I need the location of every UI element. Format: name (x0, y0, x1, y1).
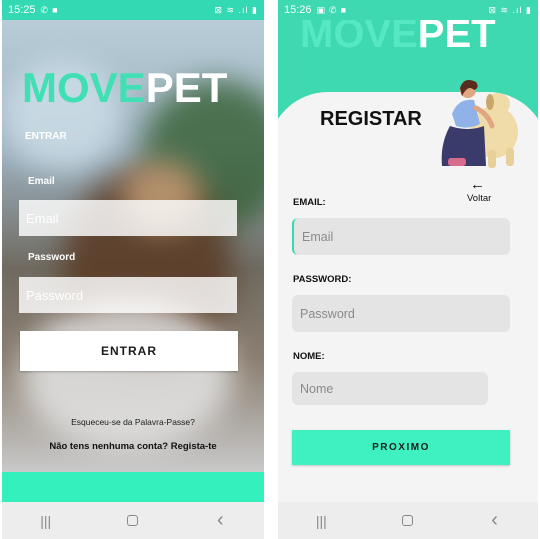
notification-icon: ✆ (329, 4, 337, 15)
status-time: 15:26 (284, 4, 312, 16)
name-label: NOME: (293, 351, 325, 362)
signup-link[interactable]: Não tens nenhuma conta? Regista-te (2, 441, 264, 452)
register-screen: 15:26 ▣ ✆ ■ ⊠ ≋ .ıl ▮ MOVEPET REGISTAR ←… (278, 0, 538, 539)
back-label[interactable]: Voltar (467, 193, 491, 204)
email-field[interactable] (19, 200, 237, 236)
status-bar: 15:25 ✆ ■ ⊠ ≋ .ıl ▮ (2, 0, 264, 20)
app-logo: MOVEPET (22, 64, 228, 111)
login-screen: 15:25 ✆ ■ ⊠ ≋ .ıl ▮ MOVEPET ENTRAR Email… (2, 0, 264, 539)
password-label: PASSWORD: (293, 274, 352, 285)
folder-icon: ■ (52, 5, 58, 15)
home-icon[interactable] (118, 513, 148, 529)
image-icon: ▣ (316, 4, 326, 15)
password-field[interactable] (19, 277, 237, 313)
recents-icon[interactable]: ||| (306, 513, 336, 529)
status-bar: 15:26 ▣ ✆ ■ ⊠ ≋ .ıl ▮ (278, 0, 538, 20)
back-icon[interactable]: ‹ (480, 509, 510, 532)
email-field[interactable] (292, 218, 510, 255)
status-time: 15:25 (8, 4, 36, 16)
system-navbar: ||| ‹ (2, 502, 264, 539)
woman-hugging-dog-illustration (441, 80, 518, 168)
back-arrow-icon[interactable]: ← (470, 176, 485, 193)
status-indicators: ⊠ ≋ .ıl ▮ (214, 4, 258, 15)
bottom-bar (2, 472, 264, 502)
email-label: EMAIL: (293, 197, 326, 208)
forgot-password-link[interactable]: Esqueceu-se da Palavra-Passe? (2, 417, 264, 427)
back-icon[interactable]: ‹ (205, 509, 235, 532)
status-indicators: ⊠ ≋ .ıl ▮ (488, 4, 532, 15)
recents-icon[interactable]: ||| (31, 513, 61, 529)
page-title: ENTRAR (25, 131, 67, 142)
system-navbar: ||| ‹ (278, 502, 538, 539)
name-field[interactable] (292, 372, 488, 405)
notification-icon: ✆ (40, 4, 49, 15)
page-title: REGISTAR (320, 108, 422, 130)
email-label: Email (28, 176, 55, 187)
password-label: Password (28, 252, 76, 263)
next-button[interactable]: PROXIMO (292, 430, 510, 465)
folder-icon: ■ (340, 5, 347, 15)
password-field[interactable] (292, 295, 510, 332)
home-icon[interactable] (393, 513, 423, 529)
enter-button[interactable]: ENTRAR (20, 331, 238, 371)
